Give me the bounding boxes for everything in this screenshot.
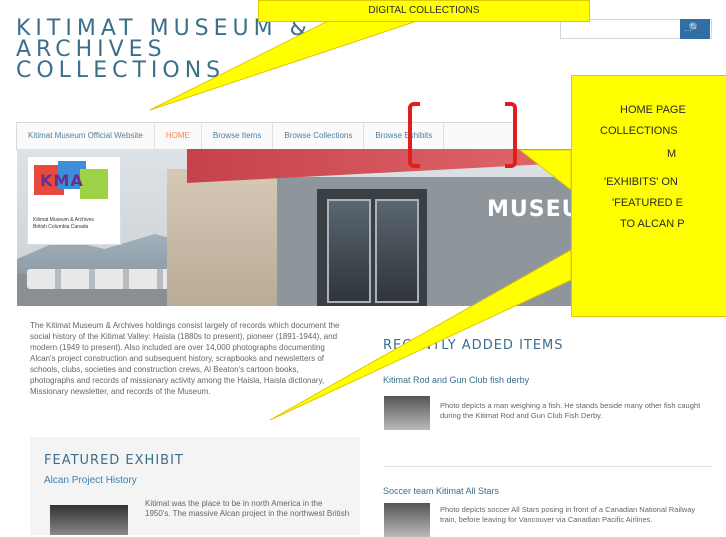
hero-entrance: [317, 189, 427, 306]
highlight-bracket-left: [408, 102, 420, 168]
nav-home[interactable]: HOME: [155, 123, 202, 149]
callout-line: COLLECTIONS: [600, 125, 678, 137]
site-title[interactable]: KITIMAT MUSEUM & ARCHIVES COLLECTIONS: [16, 18, 312, 83]
site-title-line-2: ARCHIVES: [16, 37, 167, 62]
kma-logo: KMA Kitimat Museum & Archives British Co…: [27, 156, 121, 245]
callout-line: M: [667, 148, 677, 160]
hero-building-left: [167, 169, 277, 306]
callout-line: 'FEATURED E: [612, 197, 683, 209]
divider: [383, 466, 713, 467]
featured-exhibit-heading: FEATURED EXHIBIT: [44, 453, 184, 468]
featured-exhibit: FEATURED EXHIBIT Alcan Project History K…: [30, 437, 360, 535]
callout-digital-collections: DIGITAL COLLECTIONS: [258, 0, 590, 22]
recent-item-thumbnail[interactable]: [384, 503, 430, 537]
nav-browse-exhibits[interactable]: Browse Exhibits: [364, 123, 445, 149]
nav-official-website[interactable]: Kitimat Museum Official Website: [17, 123, 155, 149]
recent-item-text: Photo depicts a man weighing a fish. He …: [440, 401, 701, 420]
recent-item-title[interactable]: Kitimat Rod and Gun Club fish derby: [383, 375, 529, 385]
featured-exhibit-text: Kitimat was the place to be in north Ame…: [145, 499, 350, 518]
recent-item-thumbnail[interactable]: [384, 396, 430, 430]
logo-caption-2: British Columbia Canada: [33, 224, 89, 230]
featured-exhibit-link[interactable]: Alcan Project History: [44, 475, 137, 486]
highlight-bracket-right: [505, 102, 517, 168]
recent-item-title[interactable]: Soccer team Kitimat All Stars: [383, 486, 499, 496]
main-nav: Kitimat Museum Official Website HOME Bro…: [16, 122, 516, 150]
hero-door-left: [327, 199, 371, 303]
callout-line: TO ALCAN P: [620, 218, 685, 230]
recent-items-heading: RECENTLY ADDED ITEMS: [383, 338, 564, 353]
search-button[interactable]: … 🔍: [680, 19, 710, 39]
hero-door-right: [375, 199, 419, 303]
nav-browse-collections[interactable]: Browse Collections: [273, 123, 365, 149]
logo-letters: KMA: [40, 171, 84, 190]
nav-browse-items[interactable]: Browse Items: [202, 123, 274, 149]
callout-line: 'EXHIBITS' ON: [604, 176, 678, 188]
callout-home-page: HOME PAGE COLLECTIONS M 'EXHIBITS' ON 'F…: [571, 75, 726, 317]
logo-caption-1: Kitimat Museum & Archives: [33, 217, 94, 223]
featured-exhibit-thumbnail[interactable]: [50, 505, 128, 535]
search-options-icon[interactable]: …: [684, 19, 692, 39]
intro-text: The Kitimat Museum & Archives holdings c…: [30, 321, 340, 396]
callout-line: HOME PAGE: [620, 104, 686, 116]
site-title-line-3: COLLECTIONS: [16, 58, 226, 83]
recent-item-text: Photo depicts soccer All Stars posing in…: [440, 505, 696, 524]
